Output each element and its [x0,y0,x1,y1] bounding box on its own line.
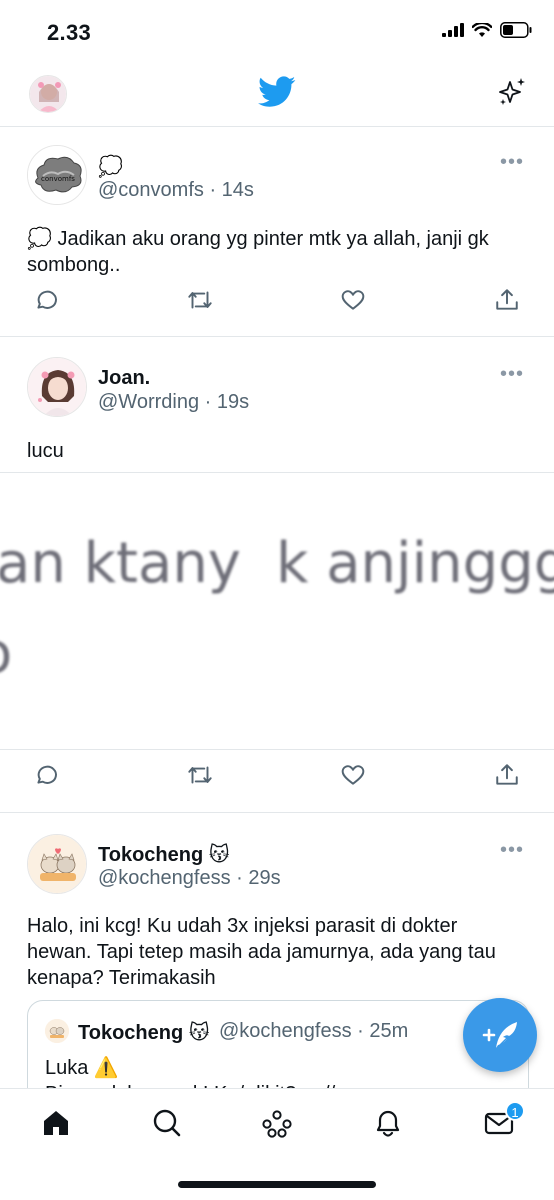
media-text: o [0,621,12,686]
tweet-text-line: hewan. Tapi tetep masih ada jamurnya, ad… [27,941,496,963]
svg-text:convomfs: convomfs [41,175,75,183]
reply-icon[interactable] [33,287,59,313]
home-icon[interactable] [40,1107,72,1139]
reply-icon[interactable] [33,762,59,788]
top-bar [0,64,554,126]
tweet-text-line: sombong.. [27,254,121,276]
wifi-icon [472,22,492,37]
sparkle-timeline-icon[interactable] [496,76,528,108]
share-icon[interactable] [494,287,520,313]
like-icon[interactable] [340,287,366,313]
profile-avatar[interactable] [29,75,67,113]
tweet-actions [0,287,554,317]
compose-feather-icon [482,1022,517,1050]
quoted-tweet-text: Luka ⚠️ [45,1057,119,1079]
tweet-author-name[interactable]: Tokocheng 😽 [98,842,230,867]
tweet-author-name[interactable]: 💭 [98,154,123,179]
tweet-text: lucu [27,440,64,462]
like-icon[interactable] [340,762,366,788]
quoted-tweet-author: Tokocheng 😽 [78,1022,210,1044]
tweet-text: 💭 Jadikan aku orang yg pinter mtk ya all… [27,226,530,278]
spaces-icon[interactable] [261,1107,293,1139]
tweet-handle-time[interactable]: @Worrding · 19s [98,391,249,414]
media-text: k anjingggg [276,531,554,596]
tweet-media-image[interactable]: an ktany k anjingggg o [0,472,554,750]
tweet-avatar[interactable] [27,357,87,417]
messages-badge: 1 [505,1101,525,1121]
tweet-text-line: kenapa? Terimakasih [27,967,216,989]
retweet-icon[interactable] [185,287,215,313]
tweet-item[interactable]: convomfs 💭 @convomfs · 14s ••• 💭 Jadikan… [0,126,554,337]
tweet-avatar[interactable] [27,834,87,894]
tweet-text-line: 💭 Jadikan aku orang yg pinter mtk ya all… [27,228,489,250]
tweet-handle-time[interactable]: @kochengfess · 29s [98,867,281,890]
share-icon[interactable] [494,762,520,788]
cellular-signal-icon [442,23,464,37]
tweet-handle-time[interactable]: @convomfs · 14s [98,179,254,202]
quoted-tweet-handle-time: @kochengfess · 25m [219,1020,409,1042]
home-indicator [178,1181,376,1188]
more-options-icon[interactable]: ••• [500,363,524,386]
media-text: an ktany [0,531,241,596]
tweet-text: Halo, ini kcg! Ku udah 3x injeksi parasi… [27,913,530,991]
quoted-tweet-avatar [45,1019,69,1043]
status-bar: 2.33 [0,0,554,64]
retweet-icon[interactable] [185,762,215,788]
compose-tweet-button[interactable] [463,998,537,1072]
notifications-icon[interactable] [372,1107,404,1139]
tweet-avatar[interactable]: convomfs [27,145,87,205]
more-options-icon[interactable]: ••• [500,839,524,862]
tweet-actions [0,762,554,792]
search-icon[interactable] [151,1107,183,1139]
battery-icon [500,22,532,38]
twitter-logo-icon[interactable] [258,76,296,108]
more-options-icon[interactable]: ••• [500,151,524,174]
status-icons [442,22,532,38]
tweet-text-line: Halo, ini kcg! Ku udah 3x injeksi parasi… [27,915,458,937]
tweet-author-name[interactable]: Joan. [98,367,150,390]
status-time: 2.33 [47,20,92,45]
